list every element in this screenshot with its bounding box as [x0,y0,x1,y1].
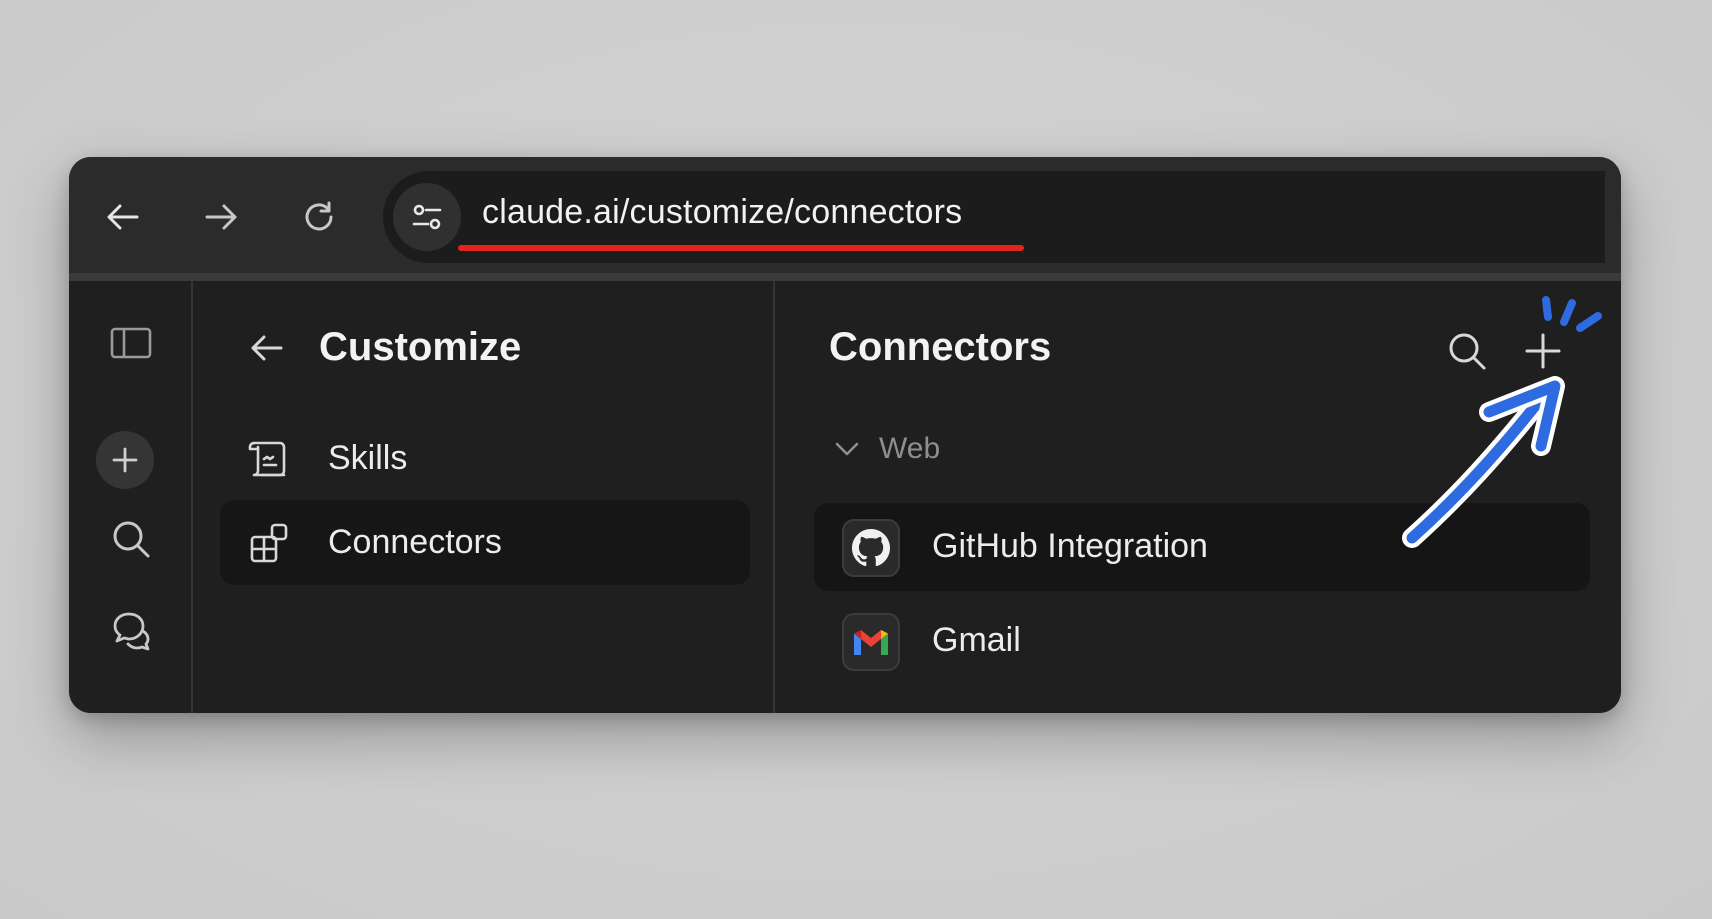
connectors-title: Connectors [829,325,1052,369]
search-button[interactable] [95,503,167,575]
chats-icon [113,612,150,651]
group-label: Web [879,432,941,465]
url-highlight-underline [458,245,1024,251]
menu-item-skills[interactable]: Skills [220,416,750,501]
group-header-web[interactable]: Web [829,429,940,469]
url-text[interactable]: claude.ai/customize/connectors [482,193,962,232]
add-connector-button[interactable] [1517,325,1569,377]
skills-icon [248,437,292,481]
arrow-right-icon [205,204,237,230]
connector-row-github[interactable]: GitHub Integration [814,503,1590,591]
chevron-down-icon [829,431,865,467]
reload-button[interactable] [287,185,351,249]
sidebar-toggle-button[interactable] [95,307,167,379]
gmail-icon [842,613,900,671]
new-chat-button[interactable] [96,431,154,489]
browser-toolbar: claude.ai/customize/connectors [69,157,1621,281]
connectors-icon [248,521,292,565]
customize-title: Customize [319,325,522,369]
menu-item-label: Skills [328,439,408,477]
icon-rail [69,281,193,713]
chats-button[interactable] [95,595,167,667]
search-connectors-button[interactable] [1441,325,1493,377]
connector-label: Gmail [932,621,1021,659]
plus-icon [1525,333,1561,369]
search-icon [1449,333,1486,370]
github-icon [842,519,900,577]
customize-panel: Customize Skills Connectors [195,281,775,713]
arrow-left-icon [251,335,283,361]
connectors-panel: Connectors Web GitHub Integration Gmail [777,281,1621,713]
connector-label: GitHub Integration [932,527,1208,565]
back-button[interactable] [91,185,155,249]
tune-icon [412,204,442,230]
reload-icon [305,201,333,231]
browser-window: claude.ai/customize/connectors Customize… [69,157,1621,713]
search-icon [113,521,150,558]
customize-back-button[interactable] [245,326,289,370]
sidebar-toggle-icon [110,327,152,359]
menu-item-label: Connectors [328,523,502,561]
forward-button[interactable] [189,185,253,249]
connector-row-gmail[interactable]: Gmail [814,597,1590,685]
plus-icon [112,447,138,473]
site-settings-button[interactable] [393,183,461,251]
menu-item-connectors[interactable]: Connectors [220,500,750,585]
arrow-left-icon [107,204,139,230]
